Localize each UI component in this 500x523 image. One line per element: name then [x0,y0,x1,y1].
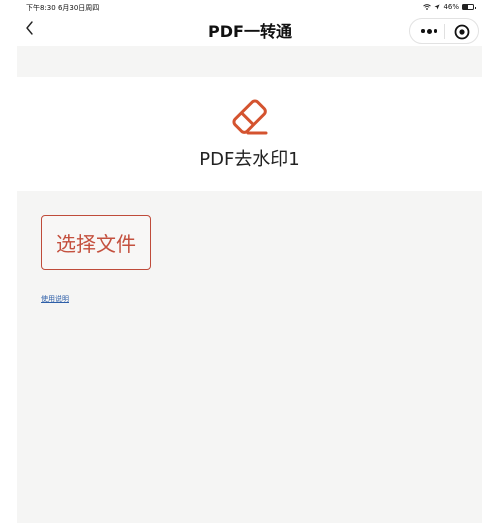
top-strip [17,46,482,77]
tool-title: PDF去水印1 [199,149,300,170]
mini-program-capsule [409,18,479,44]
battery-icon [462,4,476,10]
status-indicators: 46% [423,3,476,11]
nav-bar: PDF一转通 [0,14,500,44]
main-area: 选择文件 使用说明 [17,191,482,523]
tool-header: PDF去水印1 [17,77,482,191]
battery-fill [463,5,468,9]
select-file-button[interactable]: 选择文件 [41,215,151,270]
status-time-date: 下午8:30 6月30日周四 [26,4,100,12]
close-target-icon[interactable] [453,23,471,41]
wifi-icon [423,4,432,10]
battery-percent: 46% [443,3,459,11]
capsule-divider [444,24,445,39]
status-bar: 下午8:30 6月30日周四 46% [0,0,500,14]
help-link[interactable]: 使用说明 [41,294,69,304]
more-icon[interactable] [418,23,440,39]
location-icon [434,4,440,10]
eraser-icon [232,99,268,135]
